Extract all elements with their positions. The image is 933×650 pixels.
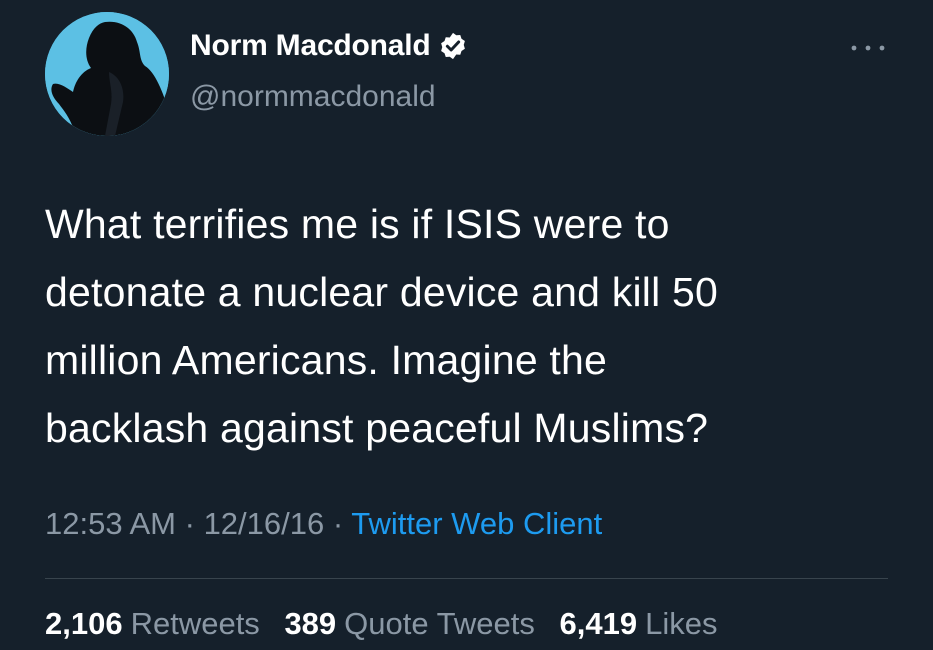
display-name[interactable]: Norm Macdonald bbox=[190, 29, 431, 63]
avatar[interactable] bbox=[45, 12, 169, 136]
retweets-count: 2,106 bbox=[45, 606, 123, 641]
tweet-meta: 12:53 AM · 12/16/16 · Twitter Web Client bbox=[45, 506, 602, 542]
tweet-client-link[interactable]: Twitter Web Client bbox=[351, 506, 602, 541]
quote-tweets-label: Quote Tweets bbox=[344, 606, 535, 641]
tweet-date[interactable]: 12/16/16 bbox=[204, 506, 325, 541]
retweets-label: Retweets bbox=[130, 606, 260, 641]
more-options-icon[interactable] bbox=[848, 38, 888, 58]
quote-tweets-stat[interactable]: 389 Quote Tweets bbox=[284, 606, 534, 641]
tweet-time[interactable]: 12:53 AM bbox=[45, 506, 176, 541]
likes-label: Likes bbox=[645, 606, 718, 641]
retweets-stat[interactable]: 2,106 Retweets bbox=[45, 606, 260, 641]
display-name-row: Norm Macdonald bbox=[190, 29, 468, 63]
separator: · bbox=[332, 506, 344, 541]
quote-tweets-count: 389 bbox=[284, 606, 337, 641]
separator: · bbox=[184, 506, 195, 541]
tweet-stats: 2,106 Retweets 389 Quote Tweets 6,419 Likes bbox=[45, 606, 733, 642]
tweet-text: What terrifies me is if ISIS were to det… bbox=[45, 201, 718, 451]
verified-badge-icon bbox=[440, 32, 465, 60]
likes-stat[interactable]: 6,419 Likes bbox=[560, 606, 718, 641]
likes-count: 6,419 bbox=[559, 606, 638, 641]
divider bbox=[45, 578, 888, 579]
user-handle[interactable]: @normmacdonald bbox=[190, 80, 436, 114]
avatar-image bbox=[45, 12, 169, 136]
